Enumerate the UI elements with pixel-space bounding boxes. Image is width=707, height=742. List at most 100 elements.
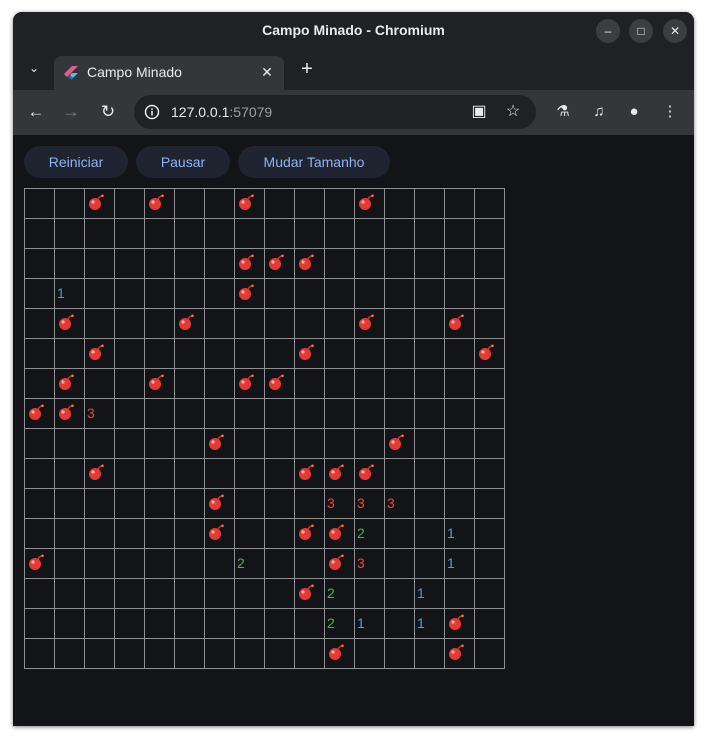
grid-cell[interactable] [205, 549, 235, 579]
grid-cell[interactable] [175, 609, 205, 639]
grid-cell[interactable] [205, 399, 235, 429]
grid-cell[interactable] [205, 579, 235, 609]
grid-cell[interactable] [265, 429, 295, 459]
grid-cell[interactable] [25, 249, 55, 279]
close-icon[interactable]: ✕ [663, 19, 687, 43]
grid-cell[interactable] [445, 429, 475, 459]
grid-cell[interactable] [205, 249, 235, 279]
grid-cell[interactable] [475, 399, 505, 429]
grid-cell[interactable] [325, 249, 355, 279]
grid-cell[interactable] [295, 549, 325, 579]
grid-cell[interactable] [175, 639, 205, 669]
grid-cell[interactable] [235, 189, 265, 219]
grid-cell[interactable] [415, 219, 445, 249]
grid-cell[interactable] [205, 639, 235, 669]
grid-cell[interactable]: 1 [415, 579, 445, 609]
grid-cell[interactable] [55, 459, 85, 489]
grid-cell[interactable]: 1 [55, 279, 85, 309]
grid-cell[interactable] [85, 309, 115, 339]
grid-cell[interactable]: 3 [355, 489, 385, 519]
grid-cell[interactable] [415, 399, 445, 429]
grid-cell[interactable]: 2 [355, 519, 385, 549]
grid-cell[interactable] [325, 519, 355, 549]
grid-cell[interactable] [175, 519, 205, 549]
grid-cell[interactable] [85, 609, 115, 639]
grid-cell[interactable] [445, 309, 475, 339]
grid-cell[interactable] [85, 639, 115, 669]
grid-cell[interactable] [295, 309, 325, 339]
grid-cell[interactable] [175, 549, 205, 579]
grid-cell[interactable] [295, 339, 325, 369]
grid-cell[interactable]: 1 [355, 609, 385, 639]
grid-cell[interactable] [85, 219, 115, 249]
grid-cell[interactable] [205, 429, 235, 459]
grid-cell[interactable] [355, 309, 385, 339]
grid-cell[interactable] [55, 609, 85, 639]
grid-cell[interactable] [115, 639, 145, 669]
labs-flask-icon[interactable]: ⚗ [553, 102, 573, 122]
minimize-icon[interactable]: – [596, 19, 620, 43]
grid-cell[interactable]: 3 [325, 489, 355, 519]
grid-cell[interactable] [385, 399, 415, 429]
grid-cell[interactable] [475, 189, 505, 219]
grid-cell[interactable] [475, 219, 505, 249]
grid-cell[interactable] [355, 219, 385, 249]
grid-cell[interactable] [475, 309, 505, 339]
grid-cell[interactable] [85, 489, 115, 519]
grid-cell[interactable] [115, 459, 145, 489]
grid-cell[interactable] [415, 279, 445, 309]
grid-cell[interactable] [55, 189, 85, 219]
grid-cell[interactable] [175, 429, 205, 459]
grid-cell[interactable] [385, 579, 415, 609]
grid-cell[interactable] [385, 549, 415, 579]
grid-cell[interactable] [55, 639, 85, 669]
grid-cell[interactable] [325, 309, 355, 339]
grid-cell[interactable] [385, 429, 415, 459]
grid-cell[interactable] [265, 489, 295, 519]
grid-cell[interactable] [205, 489, 235, 519]
grid-cell[interactable] [415, 309, 445, 339]
grid-cell[interactable] [205, 279, 235, 309]
grid-cell[interactable] [445, 459, 475, 489]
grid-cell[interactable] [295, 189, 325, 219]
grid-cell[interactable]: 1 [415, 609, 445, 639]
grid-cell[interactable] [55, 489, 85, 519]
grid-cell[interactable] [445, 369, 475, 399]
grid-cell[interactable] [355, 279, 385, 309]
grid-cell[interactable] [415, 339, 445, 369]
grid-cell[interactable] [235, 489, 265, 519]
grid-cell[interactable] [235, 639, 265, 669]
grid-cell[interactable] [385, 309, 415, 339]
grid-cell[interactable] [85, 459, 115, 489]
grid-cell[interactable] [475, 369, 505, 399]
grid-cell[interactable] [115, 609, 145, 639]
grid-cell[interactable] [445, 189, 475, 219]
grid-cell[interactable] [235, 339, 265, 369]
grid-cell[interactable] [265, 459, 295, 489]
grid-cell[interactable] [385, 339, 415, 369]
grid-cell[interactable] [475, 279, 505, 309]
grid-cell[interactable] [85, 549, 115, 579]
menu-kebab-icon[interactable]: ⋮ [660, 102, 680, 122]
grid-cell[interactable] [205, 459, 235, 489]
grid-cell[interactable] [445, 279, 475, 309]
grid-cell[interactable] [325, 429, 355, 459]
grid-cell[interactable] [265, 549, 295, 579]
grid-cell[interactable] [25, 279, 55, 309]
grid-cell[interactable]: 3 [85, 399, 115, 429]
grid-cell[interactable] [445, 249, 475, 279]
grid-cell[interactable] [475, 489, 505, 519]
grid-cell[interactable] [145, 399, 175, 429]
pause-button[interactable]: Pausar [136, 146, 230, 178]
grid-cell[interactable] [445, 339, 475, 369]
grid-cell[interactable]: 2 [235, 549, 265, 579]
grid-cell[interactable]: 3 [355, 549, 385, 579]
grid-cell[interactable] [175, 189, 205, 219]
grid-cell[interactable] [325, 339, 355, 369]
grid-cell[interactable] [205, 339, 235, 369]
grid-cell[interactable]: 2 [325, 609, 355, 639]
grid-cell[interactable] [295, 609, 325, 639]
grid-cell[interactable] [415, 549, 445, 579]
grid-cell[interactable] [475, 549, 505, 579]
grid-cell[interactable]: 1 [445, 519, 475, 549]
